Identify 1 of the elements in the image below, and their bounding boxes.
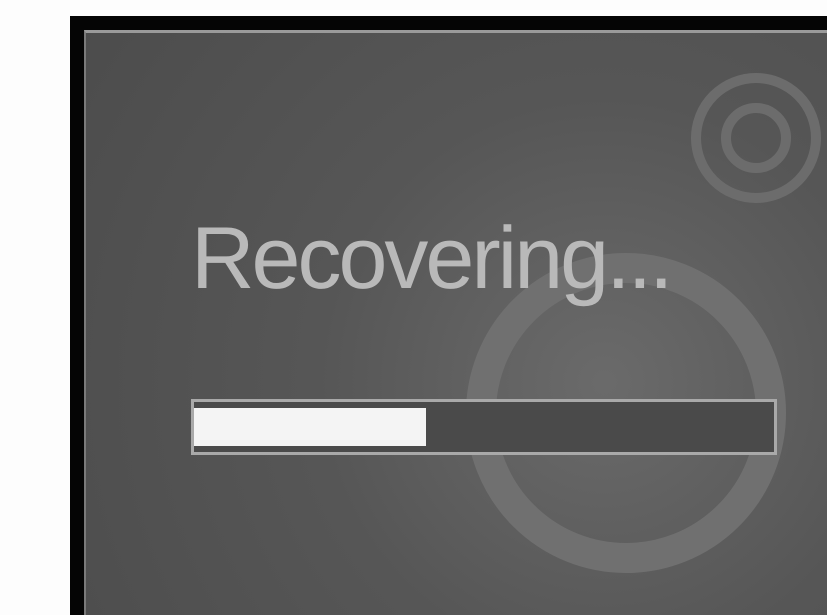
status-message: Recovering... [191, 207, 672, 309]
